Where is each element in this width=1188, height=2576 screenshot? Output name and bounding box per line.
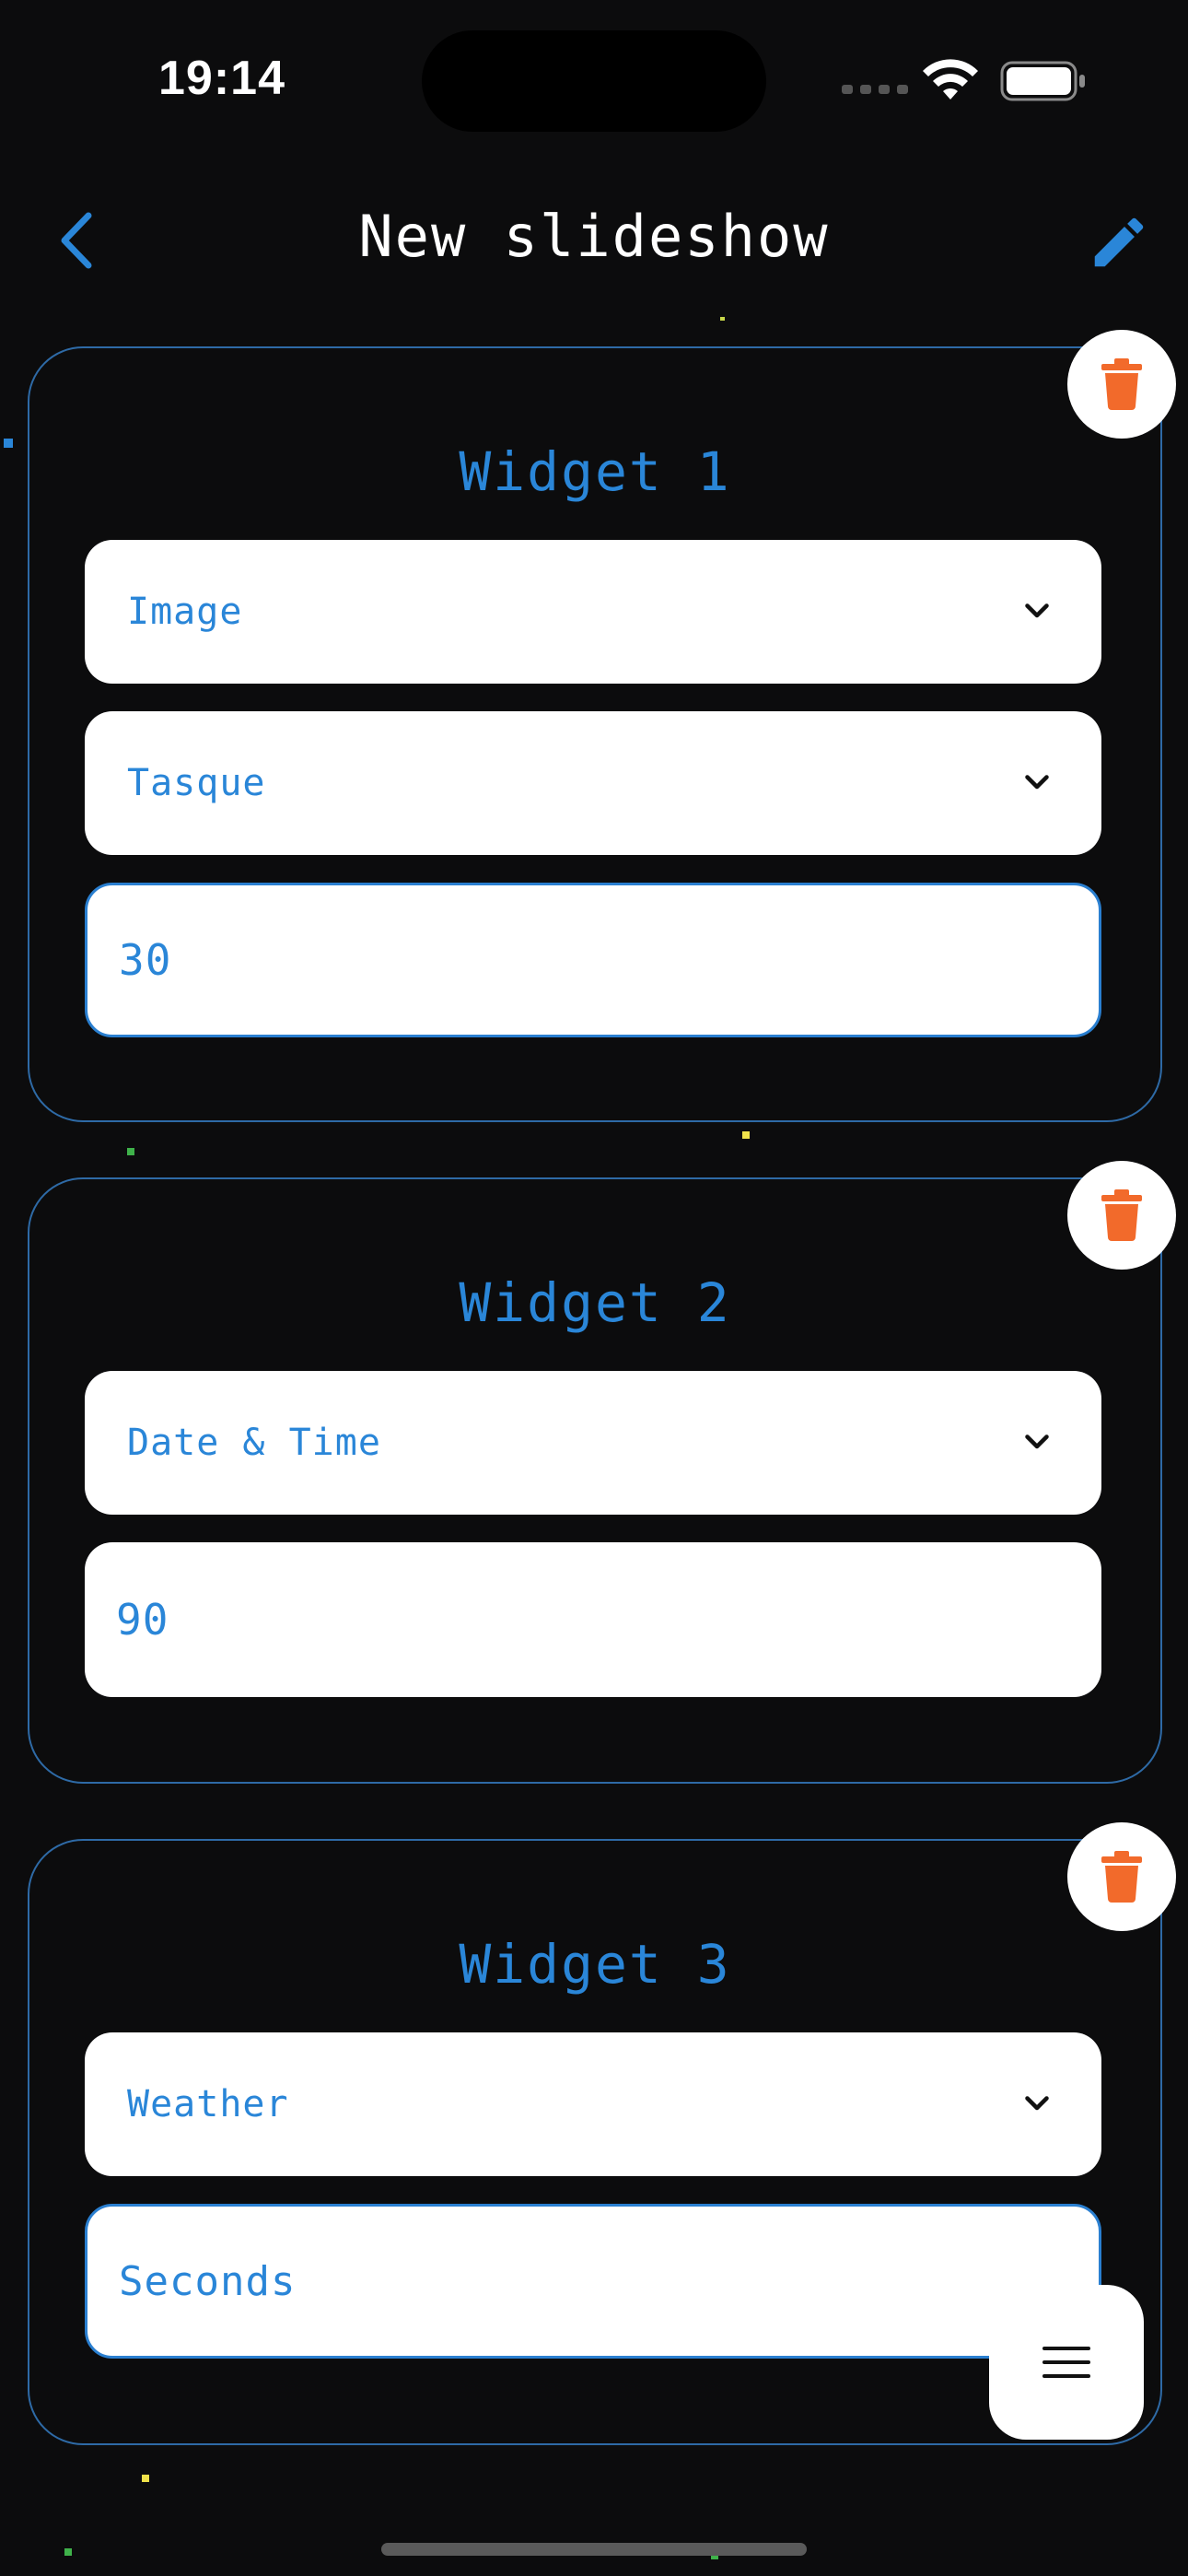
dropdown-value: Weather [127, 2083, 289, 2125]
widget-1-duration-input[interactable]: 30 [85, 883, 1101, 1037]
chevron-down-icon [1025, 2096, 1049, 2111]
delete-widget-2-button[interactable] [1067, 1161, 1176, 1270]
decorative-dot [742, 1131, 750, 1139]
input-value: 30 [119, 935, 172, 985]
status-time: 19:14 [158, 52, 285, 105]
hamburger-icon [1042, 2347, 1090, 2378]
chevron-down-icon [1025, 603, 1049, 618]
decorative-dot [142, 2475, 149, 2482]
dropdown-value: Date & Time [127, 1422, 381, 1464]
trash-icon [1101, 358, 1142, 410]
trash-icon [1101, 1851, 1142, 1903]
widget-3-duration-input[interactable]: Seconds [85, 2204, 1101, 2359]
widget-1-source-dropdown[interactable]: Tasque [85, 711, 1101, 855]
widget-title: Widget 1 [459, 440, 731, 503]
trash-icon [1101, 1189, 1142, 1241]
page-title: New slideshow [358, 203, 830, 270]
decorative-dot [127, 1148, 134, 1155]
cellular-signal-icon [842, 85, 908, 94]
dropdown-value: Image [127, 591, 243, 633]
delete-widget-3-button[interactable] [1067, 1822, 1176, 1931]
widget-title: Widget 2 [459, 1271, 731, 1334]
widget-1-type-dropdown[interactable]: Image [85, 540, 1101, 684]
chevron-down-icon [1025, 775, 1049, 790]
input-value: 90 [116, 1595, 169, 1645]
widget-2-type-dropdown[interactable]: Date & Time [85, 1371, 1101, 1515]
input-placeholder: Seconds [119, 2257, 297, 2305]
chevron-down-icon [1025, 1434, 1049, 1449]
dropdown-value: Tasque [127, 762, 266, 804]
battery-icon [1000, 61, 1085, 101]
decorative-dot [4, 439, 13, 448]
decorative-dot [64, 2548, 72, 2556]
dynamic-island [422, 30, 766, 132]
wifi-icon [923, 59, 978, 100]
widget-3-type-dropdown[interactable]: Weather [85, 2032, 1101, 2176]
widget-title: Widget 3 [459, 1933, 731, 1996]
menu-button[interactable] [989, 2285, 1144, 2440]
pencil-icon[interactable] [1087, 210, 1151, 275]
decorative-dot [720, 317, 725, 321]
home-indicator [381, 2543, 807, 2556]
widget-2-duration-input[interactable]: 90 [85, 1542, 1101, 1697]
delete-widget-1-button[interactable] [1067, 330, 1176, 439]
